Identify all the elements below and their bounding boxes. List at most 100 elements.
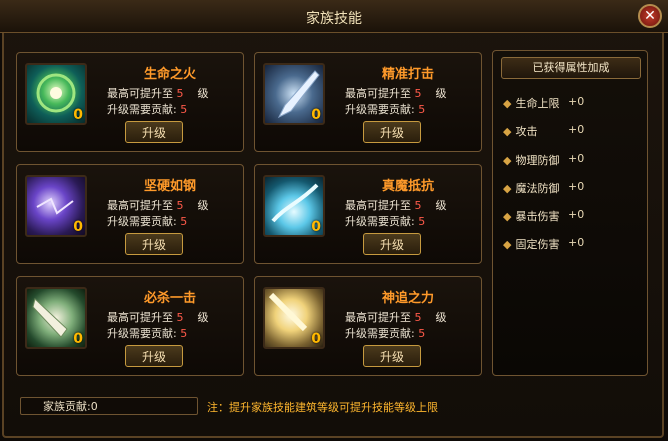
upgrade-button[interactable]: 升级: [363, 233, 421, 255]
skill-max-level: 最高可提升至 5级: [107, 197, 209, 213]
attribute-row-crit-dmg: ◆ 暴击伤害 +0: [503, 208, 584, 224]
cost-value: 5: [180, 215, 188, 228]
skill-name: 真魔抵抗: [381, 179, 434, 194]
skill-cost: 升级需要贡献: 5: [345, 101, 425, 117]
skill-cost: 升级需要贡献: 5: [107, 325, 187, 341]
skill-max-level: 最高可提升至 5级: [345, 197, 447, 213]
level-unit: 级: [197, 311, 209, 324]
attribute-bonus-panel: 已获得属性加成 ◆ 生命上限 +0 ◆ 攻击 +0 ◆ 物理防御 +0 ◆ 魔法防御 +…: [492, 50, 648, 376]
level-unit: 级: [435, 87, 447, 100]
cost-value: 5: [180, 327, 188, 340]
cost-value: 5: [418, 103, 426, 116]
family-contribution: 家族贡献:0: [20, 397, 198, 415]
attribute-row-phys-def: ◆ 物理防御 +0: [503, 152, 584, 168]
attribute-row-mag-def: ◆ 魔法防御 +0: [503, 180, 584, 196]
max-value: 5: [176, 311, 184, 324]
max-label: 最高可提升至: [345, 311, 411, 324]
level-unit: 级: [435, 311, 447, 324]
skill-level: 0: [311, 219, 321, 235]
bullet-icon: ◆: [503, 97, 512, 110]
bullet-icon: ◆: [503, 210, 512, 223]
cost-label: 升级需要贡献:: [345, 327, 415, 340]
attribute-value: +0: [568, 95, 585, 108]
skill-card-life-fire: 0 生命之火 最高可提升至 5级 升级需要贡献: 5 升级: [16, 52, 244, 152]
skill-cost: 升级需要贡献: 5: [107, 101, 187, 117]
max-label: 最高可提升至: [345, 199, 411, 212]
max-label: 最高可提升至: [345, 87, 411, 100]
attribute-row-attack: ◆ 攻击 +0: [503, 123, 584, 139]
attribute-value: +0: [568, 180, 585, 193]
fatal-strike-icon: 0: [25, 287, 87, 349]
skill-max-level: 最高可提升至 5级: [107, 309, 209, 325]
skill-card-hard-steel: 0 坚硬如钢 最高可提升至 5级 升级需要贡献: 5 升级: [16, 164, 244, 264]
demon-resist-icon: 0: [263, 175, 325, 237]
skill-card-demon-resist: 0 真魔抵抗 最高可提升至 5级 升级需要贡献: 5 升级: [254, 164, 482, 264]
skill-max-level: 最高可提升至 5级: [345, 309, 447, 325]
cost-value: 5: [418, 215, 426, 228]
max-value: 5: [176, 199, 184, 212]
cost-label: 升级需要贡献:: [345, 103, 415, 116]
attribute-value: +0: [568, 152, 585, 165]
skill-name: 生命之火: [143, 67, 196, 82]
attribute-label: 生命上限: [515, 97, 560, 110]
attribute-value: +0: [568, 208, 585, 221]
close-button[interactable]: ✕: [638, 4, 662, 28]
bullet-icon: ◆: [503, 182, 512, 195]
max-label: 最高可提升至: [107, 199, 173, 212]
skill-level: 0: [73, 107, 83, 123]
skill-level: 0: [311, 107, 321, 123]
skill-cost: 升级需要贡献: 5: [107, 213, 187, 229]
skill-name: 必杀一击: [143, 291, 196, 306]
attribute-value: +0: [568, 236, 585, 249]
panel-title: 已获得属性加成: [501, 57, 641, 79]
skill-level: 0: [73, 219, 83, 235]
hard-steel-icon: 0: [25, 175, 87, 237]
precise-strike-icon: 0: [263, 63, 325, 125]
attribute-label: 攻击: [515, 125, 538, 138]
upgrade-button[interactable]: 升级: [125, 233, 183, 255]
skill-name: 精准打击: [381, 67, 434, 82]
attribute-label: 固定伤害: [515, 238, 560, 251]
skill-cost: 升级需要贡献: 5: [345, 213, 425, 229]
footer-note: 注：提升家族技能建筑等级可提升技能等级上限: [207, 401, 438, 414]
attribute-label: 魔法防御: [515, 182, 560, 195]
cost-label: 升级需要贡献:: [107, 215, 177, 228]
max-label: 最高可提升至: [107, 87, 173, 100]
skill-card-precise-strike: 0 精准打击 最高可提升至 5级 升级需要贡献: 5 升级: [254, 52, 482, 152]
attribute-value: +0: [568, 123, 585, 136]
skill-max-level: 最高可提升至 5级: [345, 85, 447, 101]
skill-level: 0: [73, 331, 83, 347]
skill-card-fatal-strike: 0 必杀一击 最高可提升至 5级 升级需要贡献: 5 升级: [16, 276, 244, 376]
attribute-label: 物理防御: [515, 154, 560, 167]
bullet-icon: ◆: [503, 238, 512, 251]
bullet-icon: ◆: [503, 125, 512, 138]
cost-value: 5: [180, 103, 188, 116]
window-title: 家族技能: [306, 11, 362, 27]
upgrade-button[interactable]: 升级: [125, 345, 183, 367]
level-unit: 级: [197, 87, 209, 100]
max-label: 最高可提升至: [107, 311, 173, 324]
cost-label: 升级需要贡献:: [107, 327, 177, 340]
upgrade-button[interactable]: 升级: [363, 121, 421, 143]
max-value: 5: [176, 87, 184, 100]
skill-name: 神追之力: [381, 291, 434, 306]
level-unit: 级: [197, 199, 209, 212]
skill-max-level: 最高可提升至 5级: [107, 85, 209, 101]
attribute-row-fixed-dmg: ◆ 固定伤害 +0: [503, 236, 584, 252]
max-value: 5: [414, 311, 422, 324]
divine-power-icon: 0: [263, 287, 325, 349]
skill-level: 0: [311, 331, 321, 347]
attribute-row-hp: ◆ 生命上限 +0: [503, 95, 584, 111]
attribute-label: 暴击伤害: [515, 210, 560, 223]
bullet-icon: ◆: [503, 154, 512, 167]
life-fire-icon: 0: [25, 63, 87, 125]
upgrade-button[interactable]: 升级: [363, 345, 421, 367]
skill-card-divine-power: 0 神追之力 最高可提升至 5级 升级需要贡献: 5 升级: [254, 276, 482, 376]
max-value: 5: [414, 199, 422, 212]
cost-value: 5: [418, 327, 426, 340]
skill-name: 坚硬如钢: [143, 179, 196, 194]
cost-label: 升级需要贡献:: [107, 103, 177, 116]
upgrade-button[interactable]: 升级: [125, 121, 183, 143]
max-value: 5: [414, 87, 422, 100]
cost-label: 升级需要贡献:: [345, 215, 415, 228]
